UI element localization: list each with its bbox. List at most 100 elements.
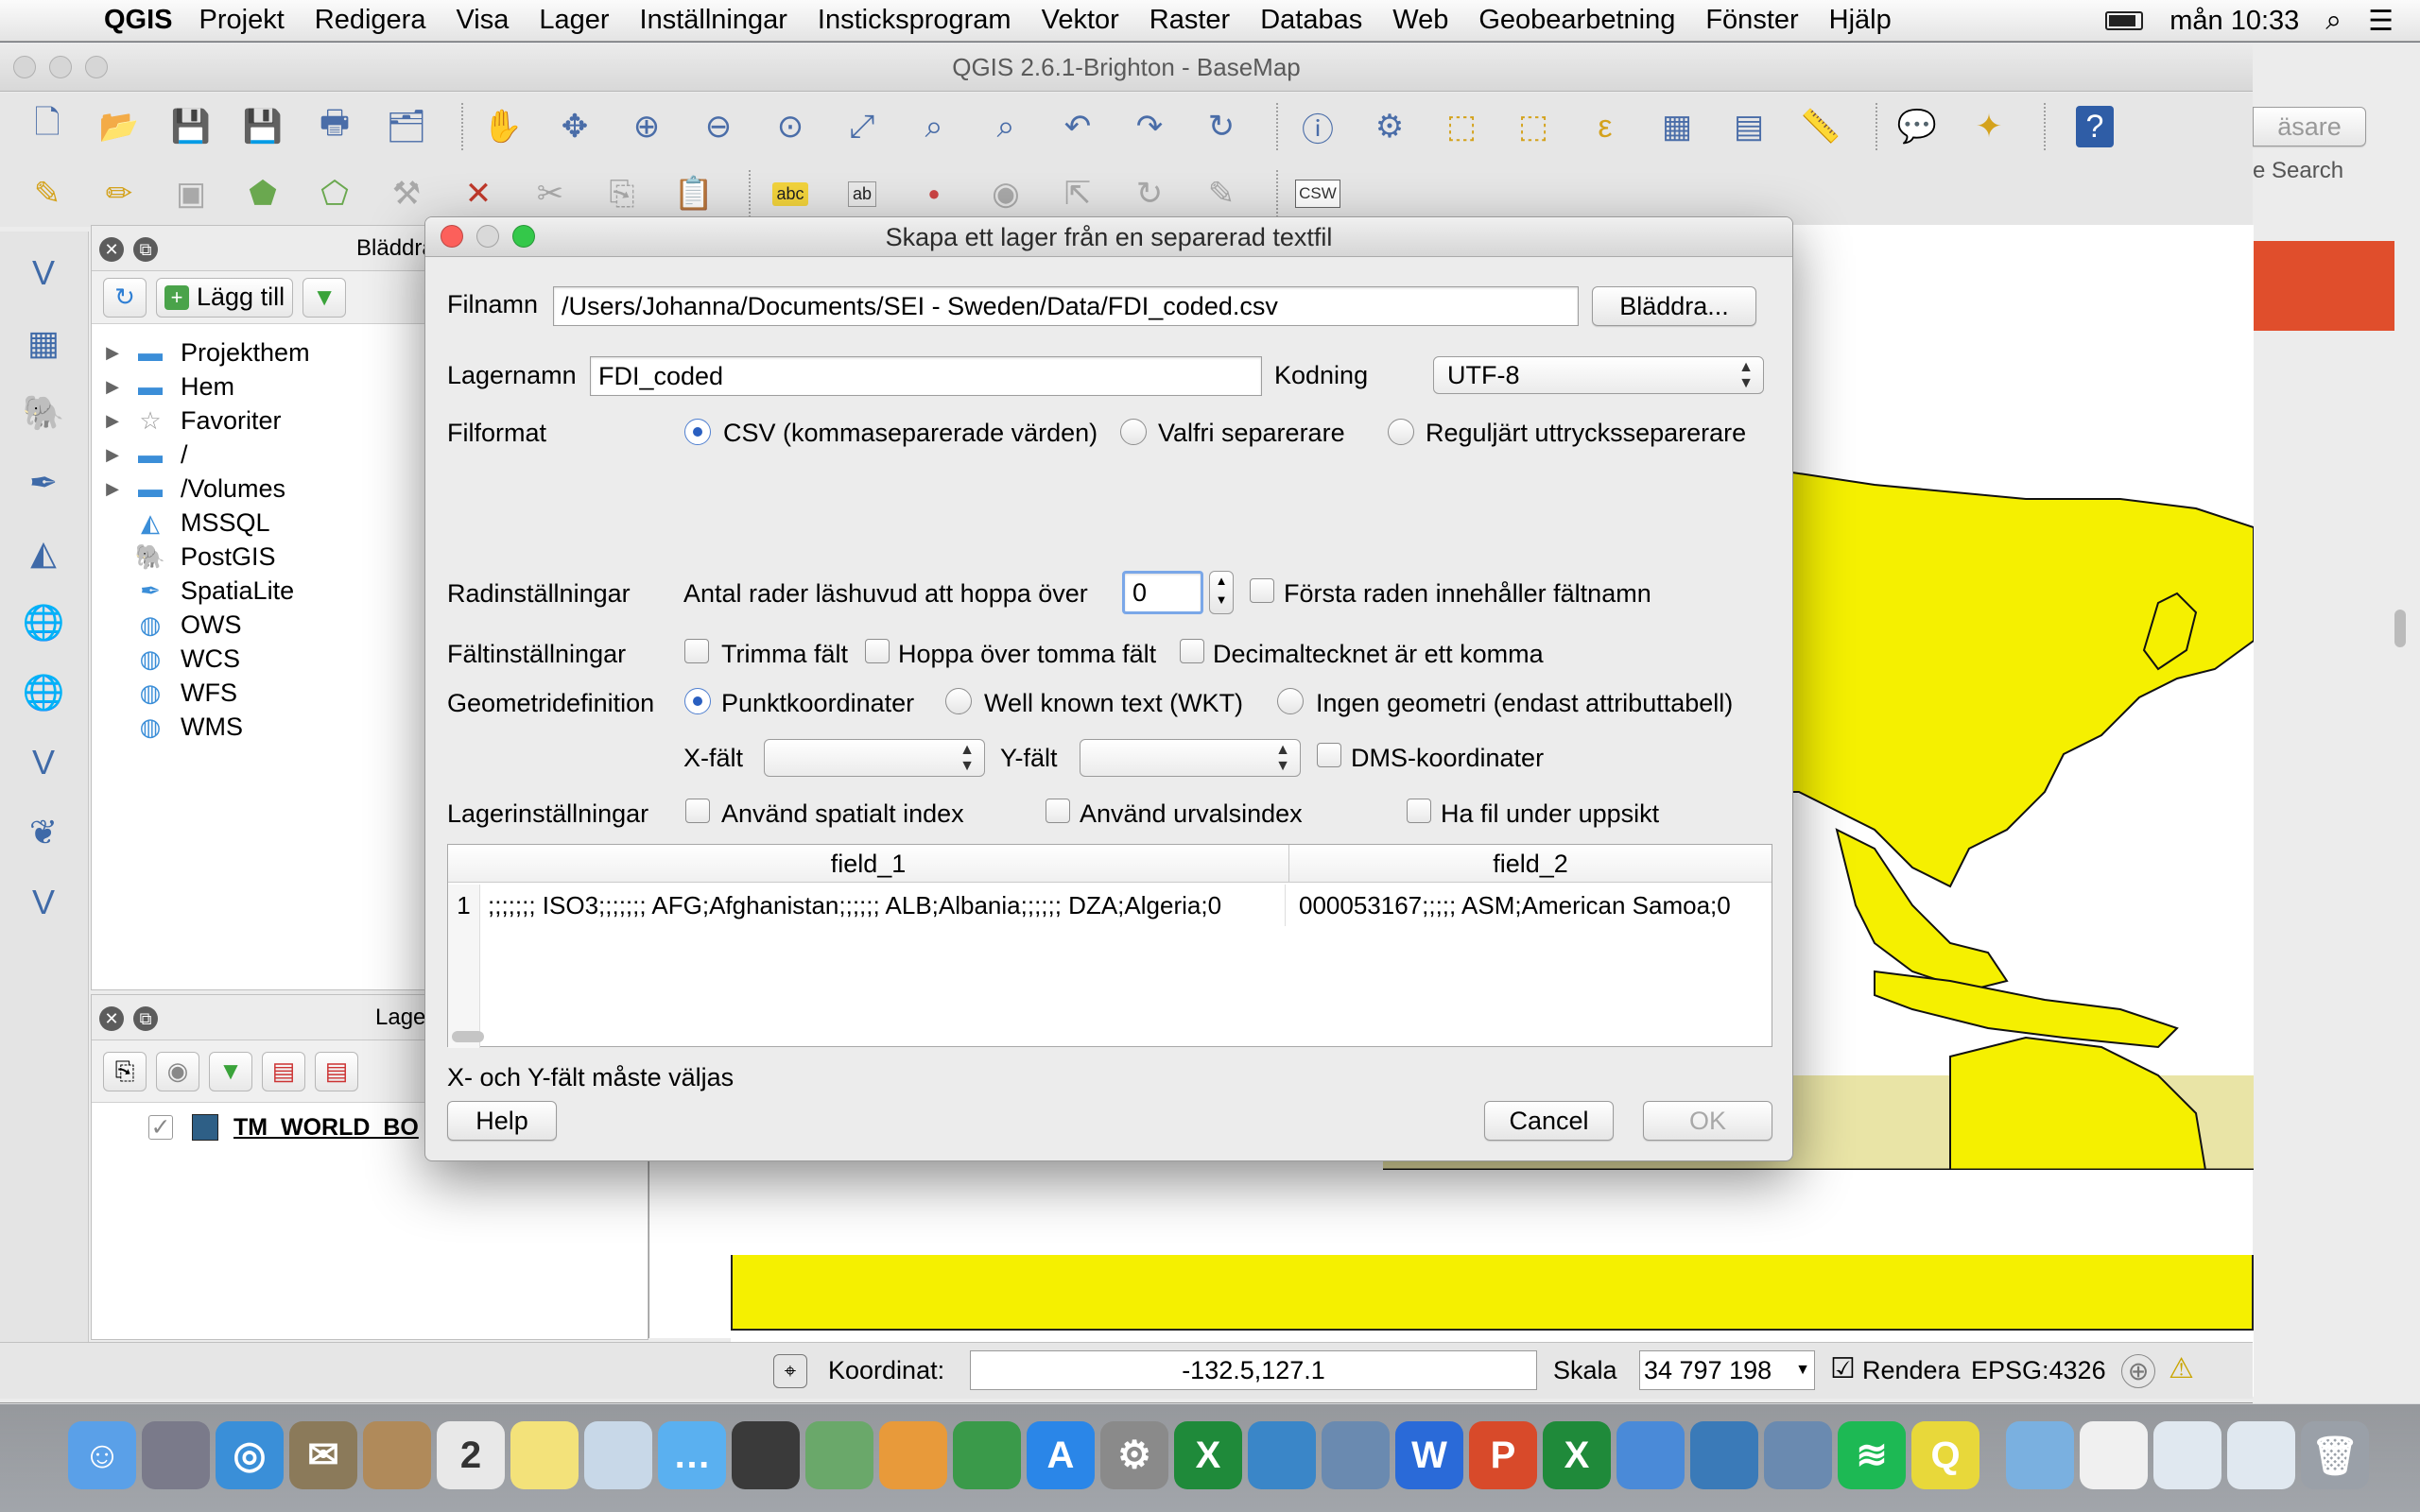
zoom-in-icon[interactable]: ⊕ (618, 98, 675, 155)
pin-label-icon[interactable]: ● (906, 165, 962, 222)
skip-empty-label[interactable]: Hoppa över tomma fält (898, 640, 1156, 669)
add-layer-button[interactable]: + Lägg till (156, 277, 294, 318)
format-regex-radio[interactable] (1388, 419, 1414, 445)
zoom-button[interactable] (85, 56, 108, 78)
decimal-comma-label[interactable]: Decimaltecknet är ett komma (1213, 640, 1544, 669)
geom-none-label[interactable]: Ingen geometri (endast attributtabell) (1316, 689, 1733, 718)
new-bookmark-icon[interactable]: ✦ (1961, 98, 2017, 155)
browse-button[interactable]: Bläddra... (1592, 286, 1756, 326)
first-row-label[interactable]: Första raden innehåller fältnamn (1284, 579, 1651, 609)
launchpad-icon[interactable] (142, 1421, 210, 1489)
menu-fonster[interactable]: Fönster (1705, 5, 1798, 36)
window-icon[interactable] (2153, 1421, 2221, 1489)
save-edits-icon[interactable]: ▣ (163, 165, 219, 222)
help-button[interactable]: Help (447, 1101, 557, 1141)
identify-icon[interactable]: ⓘ (1289, 98, 1346, 155)
scale-combobox[interactable]: 34 797 198 ▼ (1639, 1350, 1815, 1390)
field-calculator-icon[interactable]: ▤ (1720, 98, 1777, 155)
format-custom-label[interactable]: Valfri separerare (1158, 419, 1345, 448)
move-feature-icon[interactable]: ⬠ (306, 165, 363, 222)
iphoto-icon[interactable] (805, 1421, 873, 1489)
visibility-icon[interactable]: ◉ (156, 1051, 199, 1091)
x-field-select[interactable]: ▲ ▼ (764, 739, 985, 777)
disclosure-triangle-icon[interactable]: ▶ (94, 411, 131, 431)
skip-lines-input[interactable]: 0 (1122, 571, 1203, 614)
horizontal-scrollbar[interactable] (452, 1031, 484, 1042)
layer-visible-checkbox[interactable]: ✓ (148, 1115, 173, 1140)
safari-icon[interactable]: ◎ (216, 1421, 284, 1489)
encoding-select[interactable]: UTF-8 ▲ ▼ (1433, 356, 1764, 394)
notification-center-icon[interactable]: ☰ (2368, 5, 2394, 38)
system-preferences-icon[interactable]: ⚙ (1100, 1421, 1168, 1489)
cut-icon[interactable]: ✂ (522, 165, 579, 222)
globe-icon[interactable] (1690, 1421, 1758, 1489)
format-csv-label[interactable]: CSV (kommaseparerade värden) (723, 419, 1098, 448)
move-label-icon[interactable]: ⇱ (1049, 165, 1106, 222)
decimal-comma-checkbox[interactable] (1180, 639, 1204, 663)
filter-icon[interactable]: ▼ (302, 277, 347, 318)
geom-wkt-label[interactable]: Well known text (WKT) (984, 689, 1243, 718)
expression-select-icon[interactable]: ε (1577, 98, 1634, 155)
word-icon[interactable]: W (1395, 1421, 1463, 1489)
add-mssql-layer-icon[interactable]: ◭ (15, 524, 72, 581)
layer-order-icon[interactable]: ⎘ (103, 1051, 147, 1091)
excel-icon[interactable]: X (1174, 1421, 1242, 1489)
pan-icon[interactable]: ✋ (475, 98, 531, 155)
column-header-field-2[interactable]: field_2 (1289, 845, 1772, 883)
add-vector-layer-icon[interactable]: V (15, 245, 72, 301)
add-postgis-layer-icon[interactable]: 🐘 (15, 385, 72, 441)
disclosure-triangle-icon[interactable]: ▶ (94, 445, 131, 465)
format-regex-label[interactable]: Reguljärt uttrycksseparerare (1426, 419, 1746, 448)
disclosure-triangle-icon[interactable]: ▶ (94, 343, 131, 363)
folder-icon[interactable] (2006, 1421, 2074, 1489)
window-icon[interactable] (2227, 1421, 2295, 1489)
dms-label[interactable]: DMS-koordinater (1351, 744, 1544, 773)
label-style-icon[interactable]: ab (834, 165, 890, 222)
window-titlebar[interactable]: QGIS 2.6.1-Brighton - BaseMap (0, 43, 2253, 92)
add-wfs-layer-icon[interactable]: V (15, 734, 72, 791)
rotate-label-icon[interactable]: ↻ (1121, 165, 1178, 222)
dialog-minimize-button[interactable] (476, 225, 499, 248)
help-icon[interactable]: ? (2076, 106, 2114, 147)
add-raster-layer-icon[interactable]: ▦ (15, 315, 72, 371)
change-label-icon[interactable]: ✎ (1193, 165, 1250, 222)
coordinate-field[interactable]: -132.5,127.1 (970, 1350, 1537, 1390)
spatial-index-checkbox[interactable] (685, 799, 710, 823)
add-spatialite-layer-icon[interactable]: ✒ (15, 455, 72, 511)
map-tips-icon[interactable]: 💬 (1889, 98, 1945, 155)
sample-data-table[interactable]: field_1 field_2 1 ;;;;;;; ISO3;;;;;;; AF… (447, 844, 1772, 1048)
filter-legend-icon[interactable]: ▼ (209, 1051, 252, 1091)
zoom-full-icon[interactable]: ⤢ (834, 98, 890, 155)
float-panel-icon[interactable]: ⧉ (133, 237, 158, 262)
contacts-icon[interactable] (363, 1421, 431, 1489)
watch-file-checkbox[interactable] (1407, 799, 1431, 823)
spotify-icon[interactable]: ≋ (1838, 1421, 1906, 1489)
geom-none-radio[interactable] (1277, 688, 1304, 714)
document-icon[interactable] (2080, 1421, 2148, 1489)
y-field-select[interactable]: ▲ ▼ (1080, 739, 1301, 777)
format-custom-radio[interactable] (1120, 419, 1147, 445)
menu-lager[interactable]: Lager (539, 5, 609, 36)
preview-icon[interactable] (584, 1421, 652, 1489)
copy-icon[interactable]: ⎘ (594, 165, 650, 222)
disclosure-triangle-icon[interactable]: ▶ (94, 377, 131, 397)
menu-hjalp[interactable]: Hjälp (1829, 5, 1892, 36)
csw-icon[interactable]: CSW (1289, 165, 1346, 222)
powerpoint-icon[interactable]: P (1469, 1421, 1537, 1489)
ok-button[interactable]: OK (1643, 1101, 1772, 1141)
add-delimited-text-layer-icon[interactable]: ❦ (15, 804, 72, 861)
column-header-field-1[interactable]: field_1 (448, 845, 1289, 883)
subset-index-label[interactable]: Använd urvalsindex (1080, 799, 1303, 829)
label-icon[interactable]: abc (762, 165, 819, 222)
cancel-button[interactable]: Cancel (1484, 1101, 1614, 1141)
skip-empty-checkbox[interactable] (865, 639, 890, 663)
app-store-icon[interactable]: A (1027, 1421, 1095, 1489)
format-csv-radio[interactable] (684, 419, 711, 445)
calendar-icon[interactable]: 2 (437, 1421, 505, 1489)
epsg-label[interactable]: EPSG:4326 (1971, 1356, 2106, 1385)
zoom-to-selection-icon[interactable]: ⌕ (906, 98, 962, 155)
subset-index-checkbox[interactable] (1046, 799, 1070, 823)
users-icon[interactable] (1616, 1421, 1685, 1489)
layer-name[interactable]: TM_WORLD_BO (233, 1114, 419, 1142)
trim-label[interactable]: Trimma fält (721, 640, 848, 669)
